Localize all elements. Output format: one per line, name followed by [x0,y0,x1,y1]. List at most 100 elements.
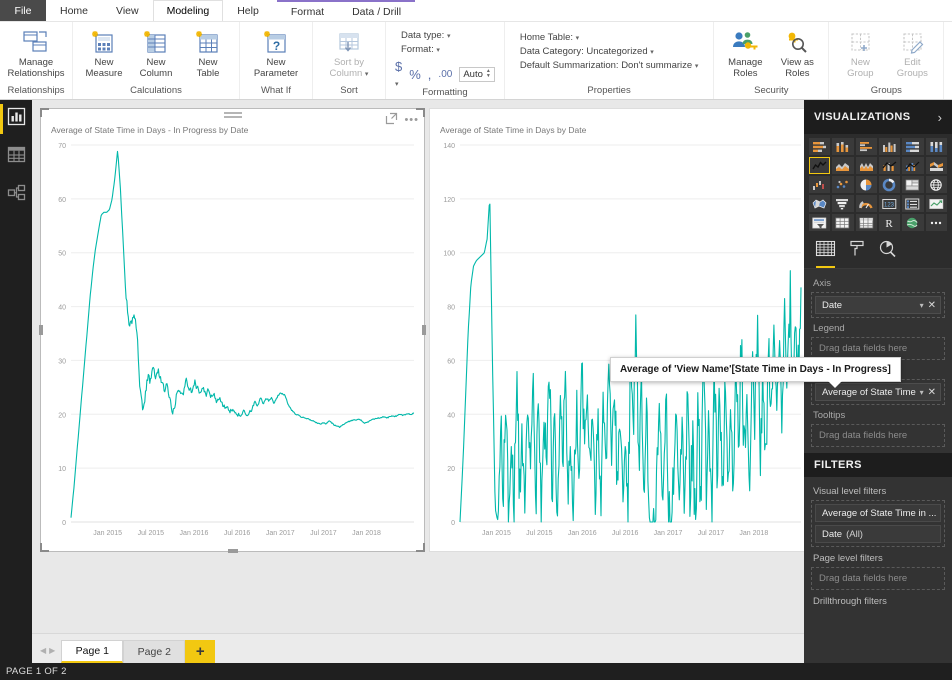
table-icon[interactable] [832,214,854,231]
matrix-icon[interactable] [855,214,877,231]
stacked-column-chart-icon[interactable] [832,138,854,155]
multi-row-card-icon[interactable] [902,195,924,212]
100-stacked-column-chart-icon[interactable] [925,138,947,155]
resize-handle-bottom[interactable] [227,549,238,553]
new-table-icon [195,27,221,57]
chevron-right-icon[interactable]: ▶ [49,646,55,655]
page-tab-page-2[interactable]: Page 2 [123,640,186,663]
format-dropdown[interactable]: Format: ▾ [395,41,495,55]
resize-handle-right[interactable] [422,325,426,335]
clustered-bar-chart-icon[interactable] [855,138,877,155]
field-pill-date[interactable]: Date ▾ ✕ [815,296,941,314]
stacked-area-chart-icon[interactable] [855,157,877,174]
well-drop-axis[interactable]: Date ▾ ✕ [811,292,945,318]
map-icon[interactable] [925,176,947,193]
left-chart-plot[interactable]: 0 10 20 30 40 50 60 70 Jan 2015 Jul 2015 Jan 2016 J… [41,135,424,555]
currency-format-button[interactable]: $ ▾ [395,59,402,89]
area-chart-icon[interactable] [832,157,854,174]
format-tab[interactable] [849,240,865,268]
right-line-chart-visual[interactable]: Average of State Time in Days by Date 0 2… [429,108,812,552]
resize-handle-left[interactable] [39,325,43,335]
filter-section-visual-level: Visual level filters [813,486,887,497]
more-options-icon[interactable]: ••• [404,114,419,125]
decimal-places-button[interactable]: .00 [438,69,452,80]
thousands-separator-button[interactable]: , [428,67,432,82]
treemap-icon[interactable] [902,176,924,193]
sidebar-item-data-view[interactable] [0,138,32,176]
well-drop-tooltips[interactable]: Drag data fields here [811,424,945,447]
filter-box-visual-level[interactable]: Average of State Time in ... Date (All) [811,500,945,547]
chevron-right-icon[interactable]: › [938,110,942,125]
ribbon-tab-format[interactable]: Format [277,2,338,21]
ribbon-tab-help[interactable]: Help [223,0,273,21]
line-chart-icon[interactable] [809,157,831,174]
ribbon-tab-data-drill[interactable]: Data / Drill [338,2,415,21]
ribbon-chart-icon[interactable] [925,157,947,174]
remove-field-icon[interactable]: ✕ [928,387,936,398]
new-group-button[interactable]: New Group [834,25,886,79]
scatter-chart-icon[interactable] [832,176,854,193]
analytics-tab[interactable] [879,240,896,268]
svg-text:50: 50 [58,251,66,258]
remove-field-icon[interactable]: ✕ [928,300,936,311]
svg-text:10: 10 [58,466,66,473]
focus-mode-icon[interactable] [386,111,398,129]
visualization-type-grid[interactable]: 123 R [804,134,952,236]
line-clustered-column-chart-icon[interactable] [902,157,924,174]
data-category-dropdown[interactable]: Data Category: Uncategorized ▾ [514,43,705,57]
decimal-auto-stepper[interactable]: Auto ▲ ▼ [459,66,495,82]
new-table-button[interactable]: New Table [182,25,234,79]
page-tab-page-1[interactable]: Page 1 [61,640,124,663]
ribbon-tab-file[interactable]: File [0,0,46,21]
percent-format-button[interactable]: % [409,67,421,82]
kpi-icon[interactable] [925,195,947,212]
arcgis-map-icon[interactable] [902,214,924,231]
r-script-visual-icon[interactable]: R [879,214,901,231]
filter-pill-average-state-time[interactable]: Average of State Time in ... [815,504,941,522]
stacked-bar-chart-icon[interactable] [809,138,831,155]
fields-tab[interactable] [815,240,836,268]
ribbon-tab-view[interactable]: View [102,0,153,21]
filter-pill-date[interactable]: Date (All) [815,525,941,543]
sidebar-item-report-view[interactable] [0,100,32,138]
clustered-column-chart-icon[interactable] [879,138,901,155]
visual-drag-handle[interactable] [223,112,242,120]
relationships-icon [7,184,25,206]
slicer-icon[interactable] [809,214,831,231]
manage-relationships-button[interactable]: Manage Relationships [5,25,67,79]
ribbon-tab-home[interactable]: Home [46,0,102,21]
new-parameter-button[interactable]: ? New Parameter [245,25,307,79]
manage-roles-button[interactable]: Manage Roles [719,25,771,79]
ribbon-group-title-formatting: Formatting [422,87,468,98]
100-stacked-bar-chart-icon[interactable] [902,138,924,155]
add-page-button[interactable]: + [185,640,216,663]
legend-drop-hint: Drag data fields here [819,343,908,354]
chevron-down-icon[interactable]: ▾ [920,301,924,310]
edit-groups-button[interactable]: Edit Groups [886,25,938,79]
line-stacked-column-chart-icon[interactable] [879,157,901,174]
waterfall-chart-icon[interactable] [809,176,831,193]
donut-chart-icon[interactable] [879,176,901,193]
right-chart-plot[interactable]: 0 20 40 60 80 100 120 140 Jan 2015 Jul 2015 Jan 20… [430,135,811,555]
sidebar-item-relationships-view[interactable] [0,176,32,214]
view-as-roles-button[interactable]: View as Roles [771,25,823,79]
gauge-icon[interactable] [855,195,877,212]
svg-text:20: 20 [58,412,66,419]
ribbon-tab-modeling[interactable]: Modeling [152,0,224,21]
pie-chart-icon[interactable] [855,176,877,193]
new-measure-button[interactable]: New Measure [78,25,130,79]
chevron-down-icon[interactable]: ▾ [920,388,924,397]
data-type-dropdown[interactable]: Data type: ▾ [395,27,495,41]
filter-box-page-level[interactable]: Drag data fields here [811,567,945,590]
home-table-dropdown[interactable]: Home Table: ▾ [514,29,705,43]
new-column-button[interactable]: New Column [130,25,182,79]
filled-map-icon[interactable] [809,195,831,212]
default-summarization-dropdown[interactable]: Default Summarization: Don't summarize ▾ [514,57,705,71]
chevron-left-icon[interactable]: ◀ [40,646,46,655]
left-line-chart-visual[interactable]: ••• Average of State Time in Days - In P… [39,108,426,555]
more-options-icon[interactable] [925,214,947,231]
funnel-icon[interactable] [832,195,854,212]
card-icon[interactable]: 123 [879,195,901,212]
page-nav-arrows[interactable]: ◀ ▶ [32,646,61,663]
sort-by-column-button[interactable]: Sort by Column ▾ [318,25,380,80]
